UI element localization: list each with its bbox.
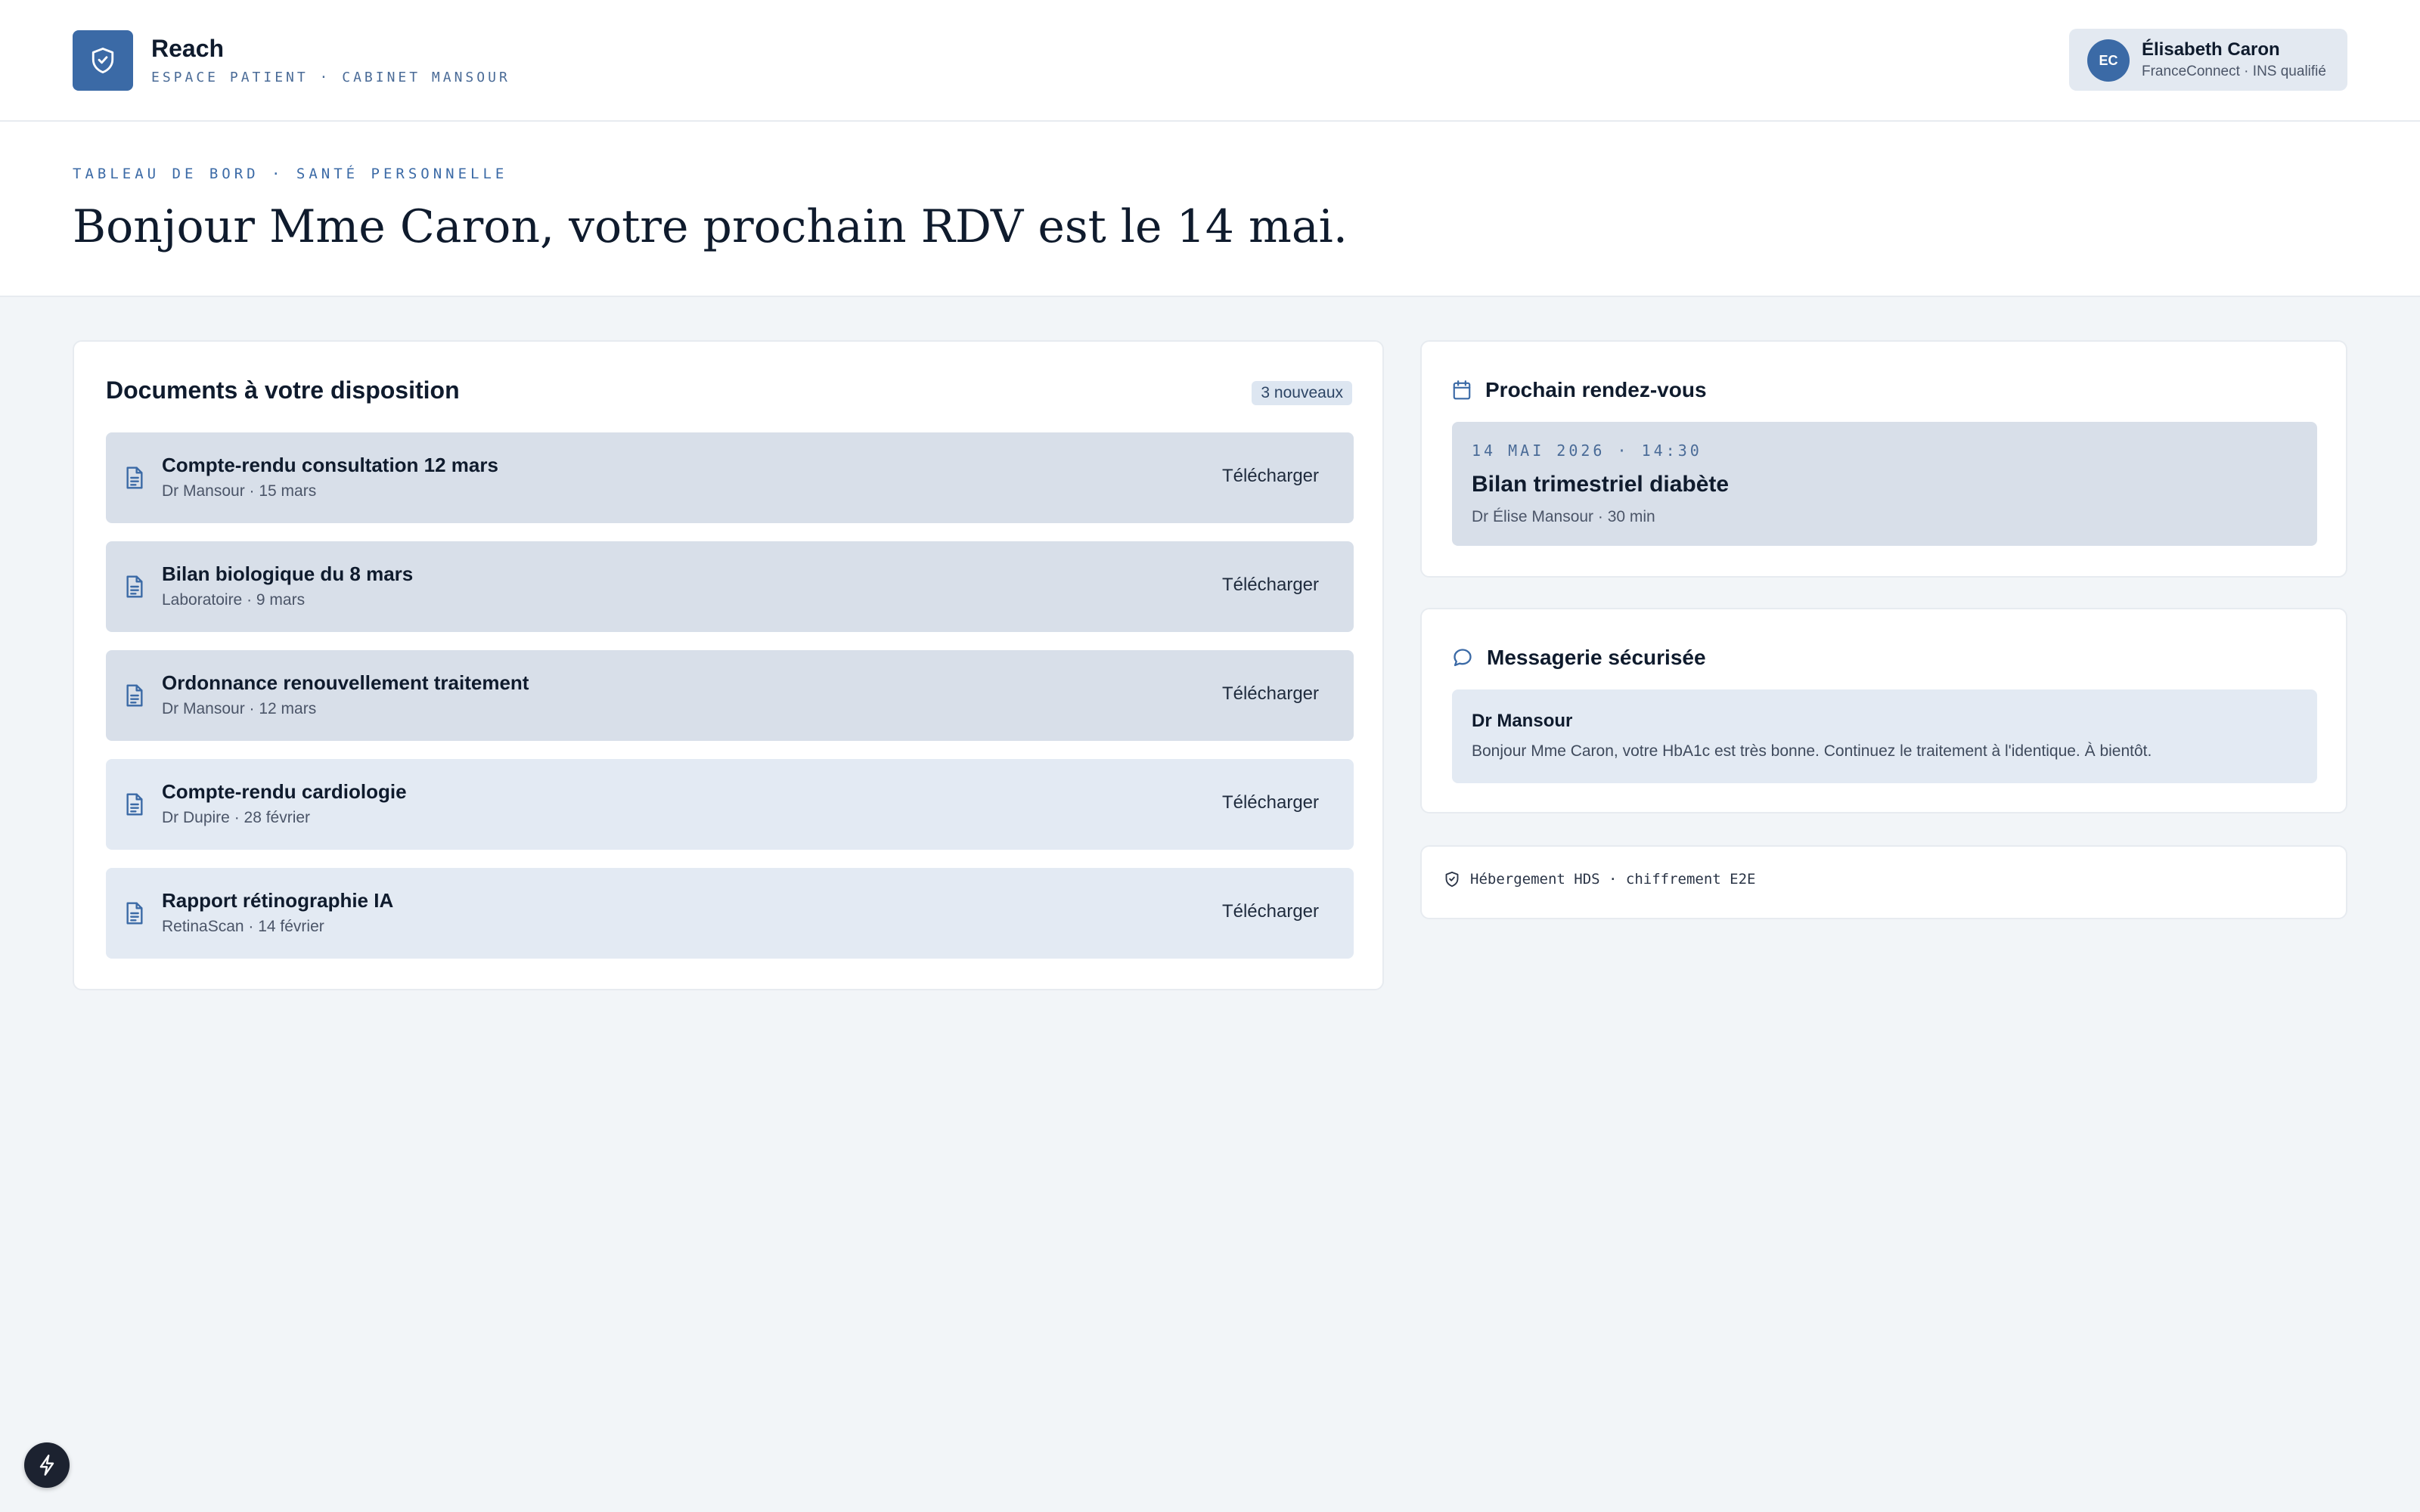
download-button[interactable]: Télécharger: [1222, 792, 1319, 813]
calendar-icon: [1453, 380, 1471, 400]
security-info: Hébergement HDS · chiffrement E2E: [1444, 871, 1756, 888]
document-meta: Dr Dupire · 28 février: [162, 809, 311, 826]
download-button[interactable]: Télécharger: [1222, 901, 1319, 922]
lightning-icon: [39, 1455, 54, 1476]
new-documents-badge: 3 nouveaux: [1252, 381, 1352, 405]
document-meta: Dr Mansour · 15 mars: [162, 482, 317, 500]
brand-subtitle: ESPACE PATIENT · CABINET MANSOUR: [151, 70, 510, 85]
user-identity-status: FranceConnect · INS qualifié: [2142, 64, 2326, 79]
chat-bubble-icon: [1454, 649, 1472, 667]
secure-messaging-card: Messagerie sécurisée Dr Mansour Bonjour …: [1420, 608, 2347, 813]
avatar: EC: [2087, 39, 2130, 82]
document-icon: [126, 902, 143, 925]
user-name: Élisabeth Caron: [2142, 39, 2280, 60]
messaging-title: Messagerie sécurisée: [1487, 646, 1706, 669]
message-text: Bonjour Mme Caron, votre HbA1c est très …: [1472, 742, 2152, 760]
document-name: Rapport rétinographie IA: [162, 889, 394, 912]
document-icon: [126, 575, 143, 598]
document-row[interactable]: Bilan biologique du 8 mars Laboratoire ·…: [106, 541, 1354, 632]
document-row[interactable]: Ordonnance renouvellement traitement Dr …: [106, 650, 1354, 741]
appointment-title: Prochain rendez-vous: [1485, 378, 1707, 401]
download-button[interactable]: Télécharger: [1222, 466, 1319, 487]
appointment-details[interactable]: 14 MAI 2026 · 14:30 Bilan trimestriel di…: [1452, 422, 2317, 546]
download-button[interactable]: Télécharger: [1222, 575, 1319, 596]
message-preview[interactable]: Dr Mansour Bonjour Mme Caron, votre HbA1…: [1452, 689, 2317, 783]
document-row[interactable]: Compte-rendu consultation 12 mars Dr Man…: [106, 432, 1354, 523]
document-name: Bilan biologique du 8 mars: [162, 562, 414, 585]
breadcrumb: TABLEAU DE BORD · SANTÉ PERSONNELLE: [73, 166, 508, 182]
hero-section: TABLEAU DE BORD · SANTÉ PERSONNELLE Bonj…: [0, 122, 2420, 297]
document-row[interactable]: Compte-rendu cardiologie Dr Dupire · 28 …: [106, 759, 1354, 850]
document-name: Compte-rendu consultation 12 mars: [162, 454, 498, 476]
document-row[interactable]: Rapport rétinographie IA RetinaScan · 14…: [106, 868, 1354, 959]
quick-action-button[interactable]: [24, 1442, 70, 1488]
document-icon: [126, 684, 143, 707]
top-bar: Reach ESPACE PATIENT · CABINET MANSOUR E…: [0, 0, 2420, 122]
document-name: Compte-rendu cardiologie: [162, 780, 407, 803]
documents-title: Documents à votre disposition: [106, 376, 460, 404]
user-menu[interactable]: EC Élisabeth Caron FranceConnect · INS q…: [2069, 29, 2347, 91]
appointment-datetime: 14 MAI 2026 · 14:30: [1472, 442, 1702, 460]
shield-check-icon: [92, 48, 114, 74]
appointment-card: Prochain rendez-vous 14 MAI 2026 · 14:30…: [1420, 340, 2347, 578]
brand-name: Reach: [151, 35, 225, 62]
appointment-meta: Dr Élise Mansour · 30 min: [1472, 508, 1655, 525]
appointment-header: Prochain rendez-vous: [1452, 376, 1707, 404]
security-card: Hébergement HDS · chiffrement E2E: [1420, 845, 2347, 919]
document-meta: Laboratoire · 9 mars: [162, 591, 306, 609]
message-sender: Dr Mansour: [1472, 711, 1573, 731]
document-icon: [126, 466, 143, 489]
appointment-name: Bilan trimestriel diabète: [1472, 472, 1730, 497]
logo[interactable]: [73, 30, 133, 91]
document-meta: Dr Mansour · 12 mars: [162, 700, 317, 717]
messaging-header: Messagerie sécurisée: [1452, 644, 1706, 671]
download-button[interactable]: Télécharger: [1222, 683, 1319, 705]
document-name: Ordonnance renouvellement traitement: [162, 671, 529, 694]
documents-card: Documents à votre disposition 3 nouveaux…: [73, 340, 1384, 990]
security-text: Hébergement HDS · chiffrement E2E: [1470, 871, 1756, 888]
page-title: Bonjour Mme Caron, votre prochain RDV es…: [73, 200, 1348, 253]
document-meta: RetinaScan · 14 février: [162, 918, 324, 935]
document-icon: [126, 793, 143, 816]
shield-check-icon: [1445, 871, 1459, 888]
